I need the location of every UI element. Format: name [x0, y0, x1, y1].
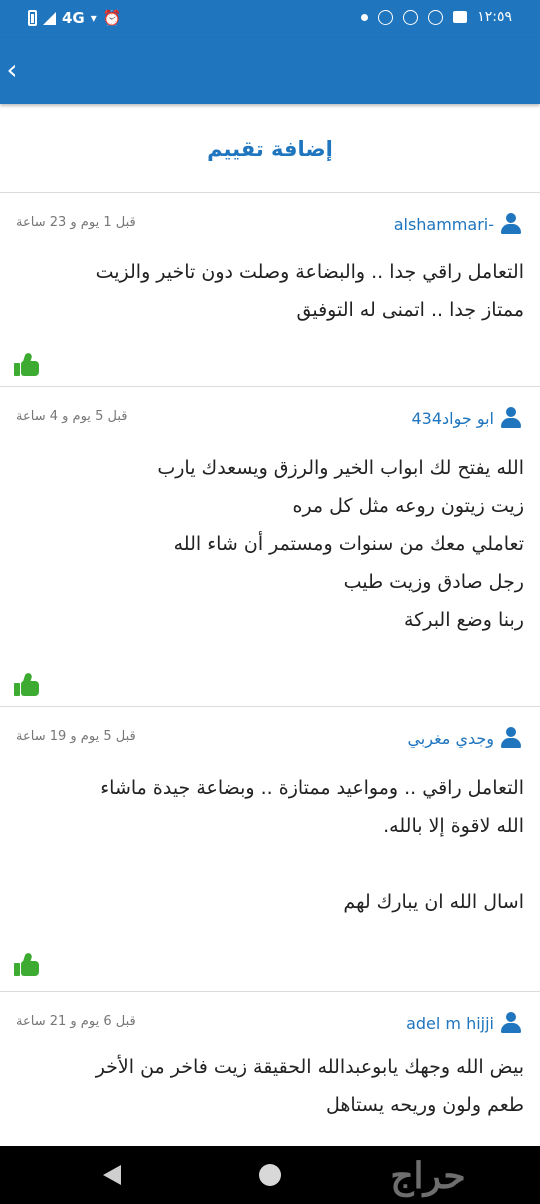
- thumbs-up-icon[interactable]: [14, 672, 40, 697]
- status-bar: 4G ▾ ⏰ ١٢:٥٩: [0, 0, 540, 38]
- review-text: بيض الله وجهك يابوعبدالله الحقيقة زيت فا…: [95, 1056, 524, 1116]
- chevron-left-icon: ‹: [6, 53, 18, 86]
- alarm-icon: ⏰: [102, 9, 122, 27]
- system-nav-bar: حراج: [0, 1146, 540, 1204]
- message-icon: [453, 11, 468, 23]
- review-time: قبل 5 يوم و 19 ساعة: [16, 729, 136, 744]
- app-bar: ‹: [0, 38, 540, 104]
- review-username[interactable]: adel m hijji: [406, 1014, 494, 1033]
- review-user[interactable]: alshammari-: [394, 213, 522, 235]
- review-item: وجدي مغربي قبل 5 يوم و 19 ساعة التعامل ر…: [0, 707, 540, 992]
- user-icon: [500, 407, 522, 429]
- wifi-off-icon: ▾: [90, 11, 97, 25]
- notification-app-icon: [403, 9, 419, 25]
- notification-dot-icon: [361, 13, 369, 21]
- notification-app-icon: [378, 9, 394, 25]
- review-text: الله يفتح لك ابواب الخير والرزق ويسعدك ي…: [157, 457, 524, 631]
- battery-icon: [28, 10, 37, 26]
- clock: ١٢:٥٩: [477, 9, 512, 25]
- user-icon: [500, 213, 522, 235]
- nav-home-icon[interactable]: [259, 1164, 281, 1186]
- notification-app-icon: [428, 9, 444, 25]
- haraj-logo: حراج: [390, 1155, 466, 1197]
- nav-back-icon[interactable]: [103, 1165, 121, 1185]
- user-icon: [500, 727, 522, 749]
- review-time: قبل 6 يوم و 21 ساعة: [16, 1014, 136, 1029]
- review-username[interactable]: alshammari-: [394, 215, 494, 234]
- thumbs-up-icon[interactable]: [14, 952, 40, 977]
- review-time: قبل 5 يوم و 4 ساعة: [16, 409, 128, 424]
- review-text: التعامل راقي جدا .. والبضاعة وصلت دون تا…: [95, 261, 524, 321]
- review-username[interactable]: ابو جواد434: [411, 409, 494, 428]
- review-user[interactable]: ابو جواد434: [411, 407, 522, 429]
- review-user[interactable]: وجدي مغربي: [407, 727, 522, 749]
- add-rating-button[interactable]: إضافة تقييم: [0, 104, 540, 193]
- user-icon: [500, 1012, 522, 1034]
- review-item: adel m hijji قبل 6 يوم و 21 ساعة بيض الل…: [0, 992, 540, 1146]
- back-button[interactable]: ‹: [0, 50, 24, 90]
- review-item: ابو جواد434 قبل 5 يوم و 4 ساعة الله يفتح…: [0, 387, 540, 707]
- review-user[interactable]: adel m hijji: [406, 1012, 522, 1034]
- review-text: التعامل راقي .. ومواعيد ممتازة .. وبضاعة…: [100, 777, 524, 913]
- review-time: قبل 1 يوم و 23 ساعة: [16, 215, 136, 230]
- review-item: alshammari- قبل 1 يوم و 23 ساعة التعامل …: [0, 193, 540, 387]
- network-type: 4G: [62, 9, 85, 27]
- review-username[interactable]: وجدي مغربي: [407, 729, 494, 748]
- signal-icon: [43, 11, 56, 25]
- thumbs-up-icon[interactable]: [14, 352, 40, 377]
